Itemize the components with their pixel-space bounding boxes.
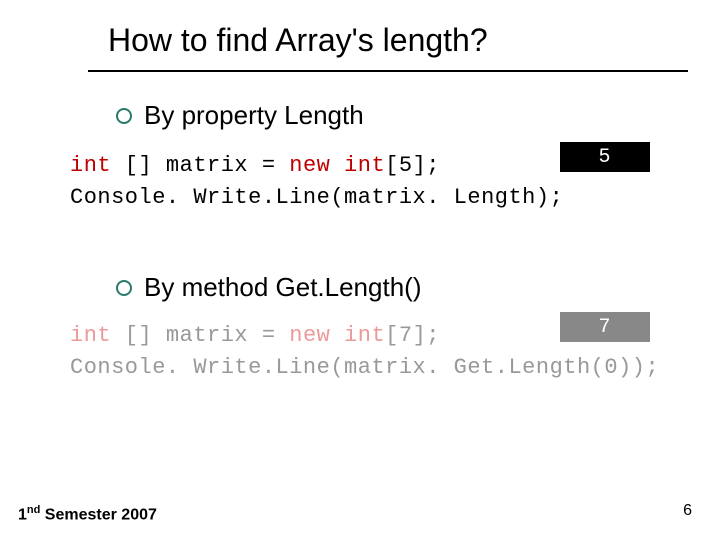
footer-label: Semester 2007 [40, 506, 157, 523]
bullet-text: By method Get.Length() [144, 272, 421, 303]
code-line: Console. Write.Line(matrix. Length); [70, 185, 563, 210]
code-text: [] matrix = [111, 153, 289, 178]
footer-num: 1 [18, 506, 27, 523]
code-text: [] matrix = [111, 323, 289, 348]
bullet-getlength-method: By method Get.Length() [116, 272, 421, 303]
bullet-text: By property Length [144, 100, 364, 131]
slide-title: How to find Array's length? [108, 22, 488, 59]
code-text: [7]; [385, 323, 440, 348]
output-badge-1: 5 [560, 142, 650, 172]
output-badge-2: 7 [560, 312, 650, 342]
keyword: int [70, 323, 111, 348]
footer-ordinal: nd [27, 504, 40, 516]
title-rule [88, 70, 688, 72]
bullet-length-property: By property Length [116, 100, 364, 131]
keyword: int [70, 153, 111, 178]
footer-semester: 1nd Semester 2007 [18, 504, 157, 524]
code-block-1: int [] matrix = new int[5]; Console. Wri… [70, 150, 563, 214]
keyword: new int [289, 323, 385, 348]
bullet-marker-icon [116, 280, 132, 296]
code-line: Console. Write.Line(matrix. Get.Length(0… [70, 355, 659, 380]
slide: How to find Array's length? By property … [0, 0, 720, 540]
bullet-marker-icon [116, 108, 132, 124]
keyword: new int [289, 153, 385, 178]
code-text: [5]; [385, 153, 440, 178]
page-number: 6 [683, 502, 692, 520]
